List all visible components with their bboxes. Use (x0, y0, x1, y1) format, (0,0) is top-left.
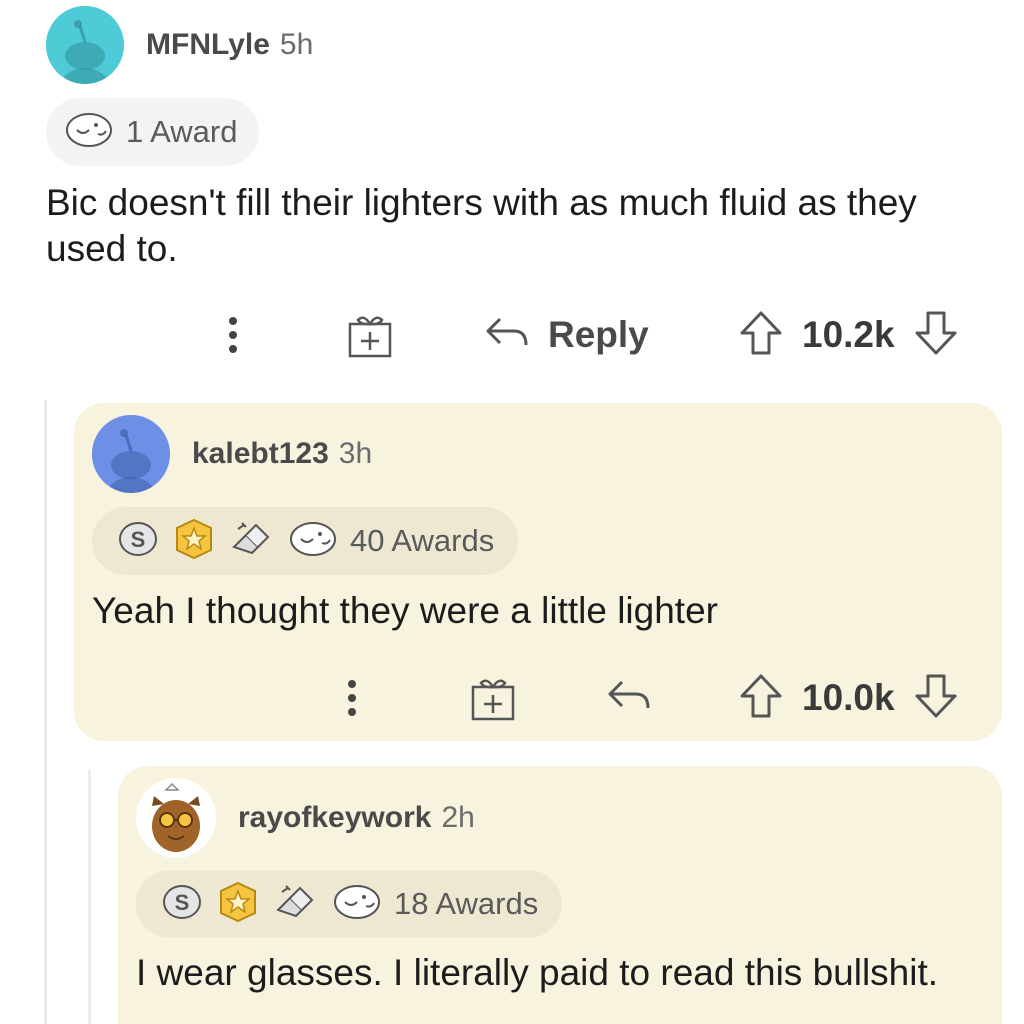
comment-body: Yeah I thought they were a little lighte… (92, 590, 718, 631)
reply-arrow-icon (484, 313, 530, 358)
vote-count: 10.2k (802, 314, 895, 355)
timestamp: 3h (338, 437, 373, 470)
action-bar: Reply 10.2k (0, 305, 1024, 365)
reply-arrow-icon (606, 676, 652, 721)
downvote-arrow-icon[interactable] (913, 309, 959, 362)
upvote-arrow-icon[interactable] (738, 309, 784, 362)
svg-text:S: S (175, 890, 190, 915)
helpful-award-icon (228, 517, 276, 566)
timestamp: 5h (279, 28, 314, 61)
awards-pill[interactable]: S 18 Awards (136, 870, 563, 938)
comment-header: MFNLyle 5h (46, 6, 313, 84)
reply-label: Reply (548, 314, 649, 355)
comment-body: I wear glasses. I literally paid to read… (136, 952, 939, 993)
avatar[interactable] (92, 415, 170, 493)
avatar[interactable] (136, 778, 216, 858)
awards-count: 1 Award (126, 114, 238, 149)
awards-pill[interactable]: S 40 Awards (92, 507, 519, 575)
gift-icon[interactable] (468, 668, 518, 728)
comment-rayofkeywork: rayofkeywork 2h S 18 Awards I wear glass… (118, 766, 1002, 1024)
vote-control: 10.2k (738, 305, 959, 365)
comment-header: rayofkeywork 2h (136, 778, 475, 858)
gift-icon[interactable] (345, 305, 395, 365)
vote-control: 10.0k (738, 668, 959, 728)
wholesome-award-icon (64, 110, 114, 155)
timestamp: 2h (441, 801, 475, 834)
helpful-award-icon (272, 880, 320, 929)
comment-kalebt123: kalebt123 3h S 40 Awards Yeah I thought … (74, 403, 1002, 741)
wholesome-award-icon (332, 882, 382, 927)
vote-count: 10.0k (802, 677, 895, 718)
username[interactable]: MFNLyle (146, 28, 270, 62)
gold-award-icon (172, 517, 216, 566)
awards-pill[interactable]: 1 Award (46, 98, 260, 166)
gold-award-icon (216, 880, 260, 929)
svg-text:S: S (131, 527, 146, 552)
reply-button[interactable]: Reply (484, 305, 649, 365)
more-options-icon[interactable] (218, 305, 248, 365)
comment-mfnlyle: MFNLyle 5h 1 Award Bic doesn't fill thei… (0, 0, 1024, 400)
upvote-arrow-icon[interactable] (738, 672, 784, 725)
thread-line[interactable] (88, 770, 91, 1024)
silver-award-icon: S (160, 880, 204, 929)
comment-header: kalebt123 3h (92, 415, 372, 493)
silver-award-icon: S (116, 517, 160, 566)
avatar[interactable] (46, 6, 124, 84)
downvote-arrow-icon[interactable] (913, 672, 959, 725)
more-options-icon[interactable] (337, 668, 367, 728)
awards-count: 40 Awards (350, 523, 495, 558)
comment-body: Bic doesn't fill their lighters with as … (46, 182, 917, 269)
awards-count: 18 Awards (394, 886, 539, 921)
wholesome-award-icon (288, 519, 338, 564)
username[interactable]: kalebt123 (192, 437, 329, 471)
reply-button[interactable] (606, 668, 652, 728)
action-bar: 10.0k (0, 668, 1024, 728)
username[interactable]: rayofkeywork (238, 801, 431, 835)
